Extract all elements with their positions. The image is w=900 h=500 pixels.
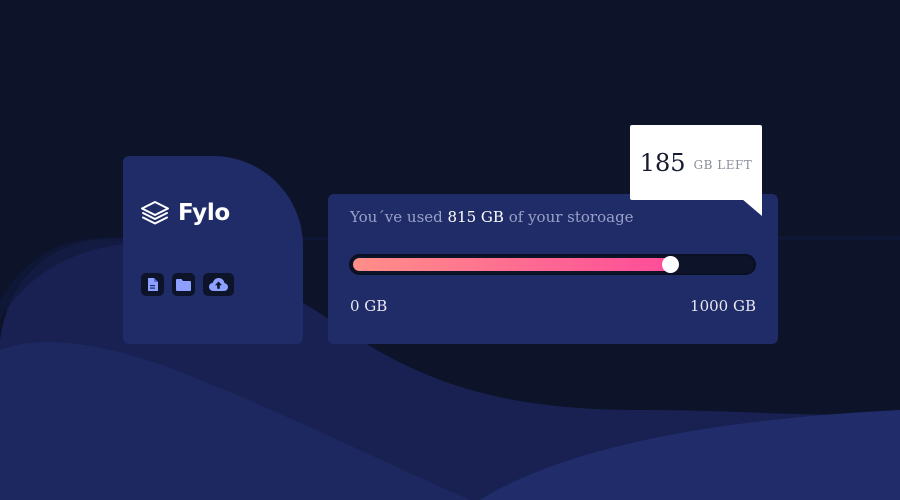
folder-button[interactable] bbox=[172, 273, 195, 296]
brand: Fylo bbox=[140, 200, 230, 226]
callout-tail bbox=[742, 199, 762, 216]
logo-card: Fylo bbox=[123, 156, 303, 344]
usage-prefix: You´ve used bbox=[350, 208, 443, 226]
brand-name: Fylo bbox=[178, 200, 230, 226]
remaining-amount: 185 bbox=[639, 148, 686, 177]
storage-meter bbox=[349, 254, 756, 275]
storage-meter-knob bbox=[662, 256, 680, 273]
usage-summary: You´ve used 815 GB of your storoage bbox=[350, 208, 634, 226]
remaining-unit: GB LEFT bbox=[693, 157, 753, 172]
fylo-logo-icon bbox=[141, 201, 169, 225]
usage-used-amount: 815 GB bbox=[447, 208, 504, 226]
storage-usage-card: You´ve used 815 GB of your storoage 0 GB… bbox=[328, 194, 778, 344]
document-icon bbox=[148, 278, 158, 291]
remaining-storage-callout: 185 GB LEFT bbox=[630, 125, 762, 216]
scale-min-label: 0 GB bbox=[350, 297, 388, 315]
cloud-upload-icon bbox=[209, 278, 228, 291]
storage-meter-fill bbox=[353, 256, 680, 273]
folder-icon bbox=[176, 278, 191, 291]
tool-row bbox=[141, 273, 234, 296]
upload-button[interactable] bbox=[203, 273, 234, 296]
scale-max-label: 1000 GB bbox=[690, 297, 756, 315]
usage-suffix: of your storoage bbox=[508, 208, 634, 226]
document-button[interactable] bbox=[141, 273, 164, 296]
